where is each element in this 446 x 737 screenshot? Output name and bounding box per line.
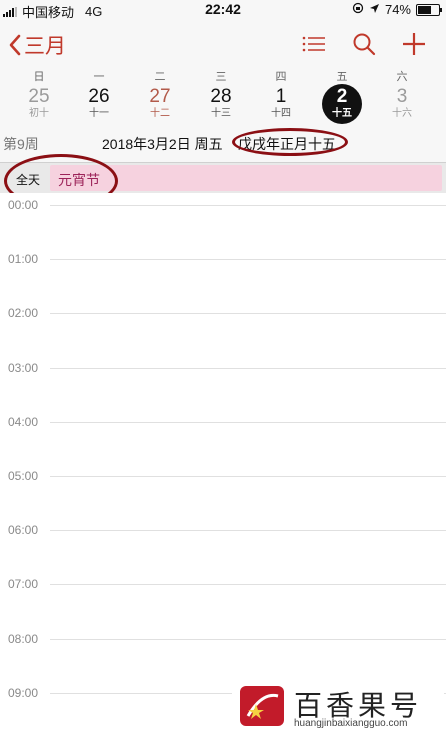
status-right: 74% <box>352 2 442 17</box>
hour-row: 03:00 <box>0 361 446 377</box>
battery-icon <box>416 3 442 16</box>
battery-percent: 74% <box>384 2 411 17</box>
day-number: 25 <box>28 86 50 107</box>
weekday-thu: 四 <box>275 71 287 83</box>
hour-gridline <box>50 638 446 640</box>
date-info-bar: 第9周 2018年3月2日 周五 戊戌年正月十五 <box>0 131 446 155</box>
hour-label: 00:00 <box>8 198 39 212</box>
hour-label: 05:00 <box>8 469 39 483</box>
day-lunar: 初十 <box>29 108 49 119</box>
day-number: 3 <box>396 86 408 107</box>
day-cell[interactable]: 27 十二 <box>138 86 182 120</box>
back-label: 三月 <box>24 35 66 58</box>
day-lunar: 十六 <box>392 108 412 119</box>
hour-label: 06:00 <box>8 523 39 538</box>
chevron-left-icon <box>9 34 21 56</box>
day-number: 2 <box>336 86 348 107</box>
week-number: 第9周 <box>3 136 39 152</box>
day-timeline[interactable]: 00:00 01:00 02:00 03:00 04:00 05:00 06:00 07:00… <box>0 193 446 737</box>
day-cell-selected[interactable]: 2 十五 <box>320 84 364 124</box>
week-day-strip: 25 初十 26 十一 27 十二 28 十三 1 十四 2 十五 3 十六 <box>0 84 446 130</box>
hour-row: 00:00 <box>0 198 446 214</box>
selected-date: 2018年3月2日 周五 <box>102 136 223 152</box>
hour-row: 07:00 <box>0 577 446 593</box>
weekday-wed: 三 <box>215 71 227 83</box>
day-lunar: 十四 <box>271 108 291 119</box>
hour-label: 02:00 <box>8 306 39 321</box>
day-cell[interactable]: 3 十六 <box>380 86 424 120</box>
day-cell[interactable]: 26 十一 <box>77 86 121 120</box>
status-bar: 中国移动 4G 22:42 74% <box>0 0 446 20</box>
hour-gridline <box>50 476 446 477</box>
day-number: 28 <box>210 86 232 107</box>
hour-row: 04:00 <box>0 415 446 431</box>
day-lunar: 十五 <box>332 108 352 119</box>
day-cell[interactable]: 1 十四 <box>259 86 303 120</box>
hour-label: 03:00 <box>8 360 39 375</box>
day-number: 27 <box>149 86 171 107</box>
hour-label: 09:00 <box>8 685 39 700</box>
weekday-tue: 二 <box>154 71 166 83</box>
add-icon[interactable] <box>400 30 428 58</box>
day-number: 26 <box>88 86 110 107</box>
hour-label: 04:00 <box>8 414 39 429</box>
hour-label: 08:00 <box>8 631 39 646</box>
search-icon[interactable] <box>350 30 378 58</box>
back-button[interactable]: 三月 <box>8 30 66 60</box>
weekday-sun: 日 <box>33 71 45 83</box>
hour-row: 08:00 <box>0 632 446 648</box>
day-cell[interactable]: 25 初十 <box>17 86 61 120</box>
weekday-sat: 六 <box>396 71 408 83</box>
hour-label: 07:00 <box>8 577 39 592</box>
hour-gridline <box>50 259 446 261</box>
day-lunar: 十一 <box>89 108 109 119</box>
hour-gridline <box>50 313 446 315</box>
hour-row: 06:00 <box>0 523 446 539</box>
hour-row: 05:00 <box>0 469 446 485</box>
hour-label: 01:00 <box>8 252 39 267</box>
hour-gridline <box>50 367 446 369</box>
watermark-logo <box>240 686 284 726</box>
hour-row: 01:00 <box>0 252 446 268</box>
day-lunar: 十三 <box>211 108 231 119</box>
day-lunar: 十二 <box>150 108 170 119</box>
day-cell[interactable]: 28 十三 <box>199 86 243 120</box>
hour-gridline <box>50 584 446 586</box>
location-icon <box>369 2 380 17</box>
hour-gridline <box>50 205 446 206</box>
weekday-header: 日 一 二 三 四 五 六 <box>0 68 446 84</box>
list-view-icon[interactable] <box>300 30 328 58</box>
watermark: 百香果号 huangjinbaixiangguo.com <box>232 680 444 737</box>
weekday-mon: 一 <box>93 71 105 83</box>
lock-rotation-icon <box>352 2 364 17</box>
hour-gridline <box>50 530 446 532</box>
hour-row: 02:00 <box>0 306 446 322</box>
day-number: 1 <box>275 86 287 107</box>
watermark-url: huangjinbaixiangguo.com <box>294 718 408 729</box>
nav-bar: 三月 <box>0 24 446 64</box>
annotation-circle <box>232 128 348 156</box>
hour-gridline <box>50 421 446 423</box>
weekday-fri: 五 <box>336 71 348 83</box>
